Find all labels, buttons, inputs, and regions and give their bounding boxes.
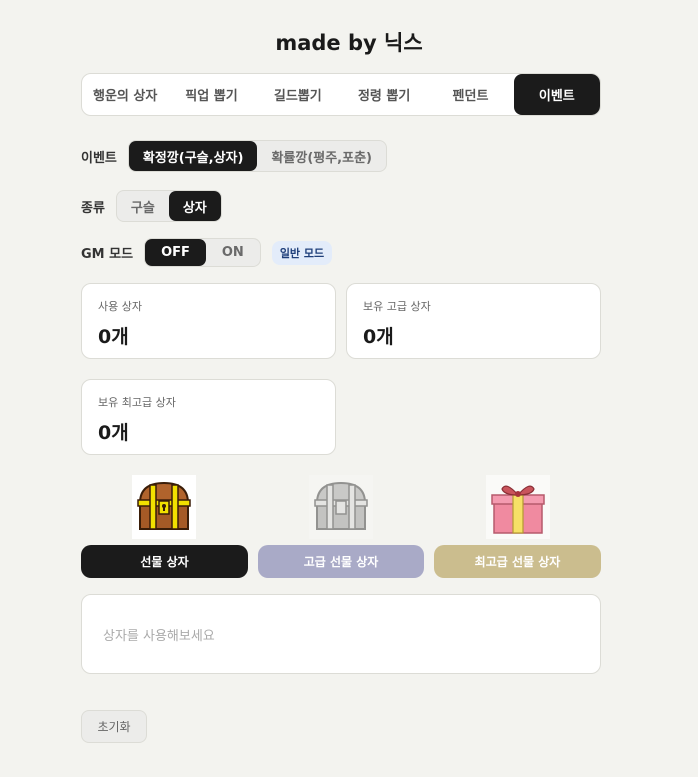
type-option-box[interactable]: 상자 bbox=[168, 191, 221, 221]
reset-button[interactable]: 초기화 bbox=[81, 710, 147, 743]
owned-top-card: 보유 최고급 상자 0개 bbox=[81, 379, 336, 455]
event-option-guaranteed[interactable]: 확정깡(구슬,상자) bbox=[128, 141, 258, 171]
event-label: 이벤트 bbox=[81, 150, 117, 166]
premium-gift-box-button[interactable]: 고급 선물 상자 bbox=[258, 545, 424, 578]
owned-premium-label: 보유 고급 상자 bbox=[363, 300, 431, 313]
gift-box-button[interactable]: 선물 상자 bbox=[81, 545, 248, 578]
gm-off-option[interactable]: OFF bbox=[145, 239, 206, 266]
tab-guild-draw[interactable]: 길드뽑기 bbox=[255, 74, 341, 115]
page-title: made by 닉스 bbox=[275, 31, 423, 55]
owned-premium-count: 0개 bbox=[363, 326, 394, 348]
tab-pendant[interactable]: 펜던트 bbox=[427, 74, 513, 115]
event-option-probability[interactable]: 확률깡(평주,포춘) bbox=[257, 141, 386, 171]
type-row: 종류 구슬 상자 bbox=[81, 190, 222, 222]
gm-mode-label: GM 모드 bbox=[81, 247, 134, 262]
tab-spirit-draw[interactable]: 정령 뽑기 bbox=[341, 74, 427, 115]
type-option-orb[interactable]: 구슬 bbox=[117, 191, 169, 221]
gm-row: GM 모드 OFF ON 일반 모드 bbox=[81, 238, 333, 267]
result-log: 상자를 사용해보세요 bbox=[81, 594, 601, 674]
gm-mode-toggle: OFF ON bbox=[144, 238, 261, 267]
used-box-count: 0개 bbox=[98, 326, 129, 348]
mode-badge: 일반 모드 bbox=[271, 240, 333, 265]
owned-premium-card: 보유 고급 상자 0개 bbox=[346, 283, 601, 359]
type-toggle: 구슬 상자 bbox=[115, 190, 222, 222]
used-box-card: 사용 상자 0개 bbox=[81, 283, 336, 359]
event-toggle: 확정깡(구슬,상자) 확률깡(평주,포춘) bbox=[127, 140, 387, 172]
used-box-label: 사용 상자 bbox=[98, 300, 142, 313]
top-gift-box-button[interactable]: 최고급 선물 상자 bbox=[434, 545, 601, 578]
gm-on-option[interactable]: ON bbox=[206, 239, 260, 266]
tab-lucky-box[interactable]: 행운의 상자 bbox=[82, 74, 168, 115]
premium-chest-icon bbox=[309, 475, 373, 539]
gift-box-icon bbox=[486, 475, 550, 539]
event-row: 이벤트 확정깡(구슬,상자) 확률깡(평주,포춘) bbox=[81, 140, 387, 172]
treasure-chest-icon bbox=[132, 475, 196, 539]
owned-top-label: 보유 최고급 상자 bbox=[98, 396, 176, 409]
tab-pickup-draw[interactable]: 픽업 뽑기 bbox=[168, 74, 254, 115]
tab-event[interactable]: 이벤트 bbox=[513, 74, 600, 115]
type-label: 종류 bbox=[81, 200, 105, 216]
tab-bar: 행운의 상자 픽업 뽑기 길드뽑기 정령 뽑기 펜던트 이벤트 bbox=[81, 73, 601, 116]
owned-top-count: 0개 bbox=[98, 422, 129, 444]
